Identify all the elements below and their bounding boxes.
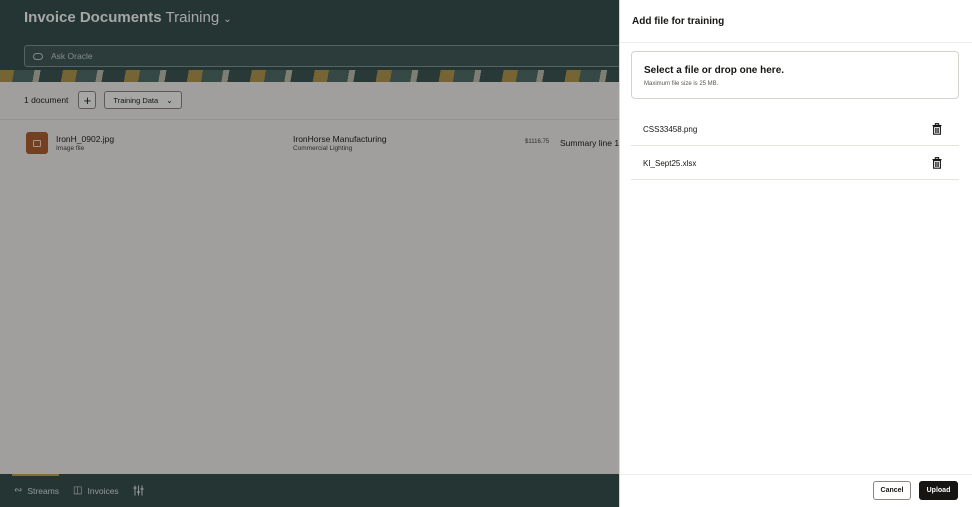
upload-button[interactable]: Upload bbox=[919, 481, 958, 500]
drawer-header-divider bbox=[620, 42, 972, 43]
list-item: KI_Sept25.xlsx bbox=[631, 146, 959, 180]
selected-file-name: KI_Sept25.xlsx bbox=[643, 159, 697, 168]
drawer-title: Add file for training bbox=[632, 16, 725, 27]
cancel-button[interactable]: Cancel bbox=[873, 481, 911, 500]
list-item: CSS33458.png bbox=[631, 112, 959, 146]
dropzone-size-hint: Maximum file size is 25 MB. bbox=[644, 81, 719, 87]
drawer-footer-divider bbox=[620, 474, 972, 475]
add-file-drawer: Add file for training Select a file or d… bbox=[619, 0, 972, 507]
selected-file-name: CSS33458.png bbox=[643, 125, 698, 134]
trash-icon[interactable] bbox=[931, 157, 943, 169]
file-dropzone[interactable]: Select a file or drop one here. Maximum … bbox=[631, 51, 959, 99]
trash-icon[interactable] bbox=[931, 123, 943, 135]
dropzone-title: Select a file or drop one here. bbox=[644, 65, 785, 76]
